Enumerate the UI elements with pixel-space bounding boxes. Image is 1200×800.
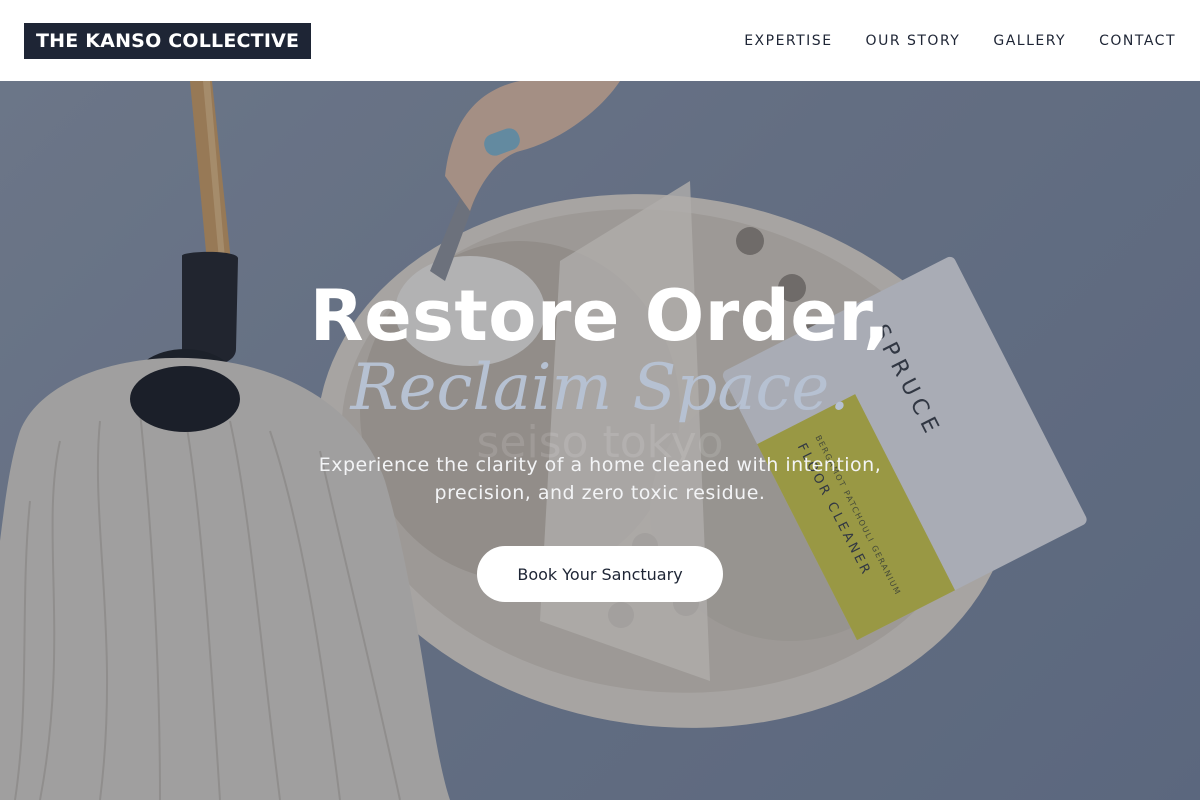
nav-link-contact[interactable]: CONTACT	[1099, 33, 1176, 49]
nav-link-gallery[interactable]: GALLERY	[993, 33, 1066, 49]
brand-logo[interactable]: THE KANSO COLLECTIVE	[24, 22, 312, 59]
nav-link-our-story[interactable]: OUR STORY	[866, 33, 961, 49]
hero-content: Restore Order, Reclaim Space. seiso toky…	[0, 81, 1200, 800]
nav-link-expertise[interactable]: EXPERTISE	[744, 33, 832, 49]
main-nav: EXPERTISE OUR STORY GALLERY CONTACT	[711, 33, 1176, 49]
hero-subheadline: Reclaim Space.	[350, 351, 850, 425]
hero-section: SPRUCE FLOOR CLEANER BERGAMOT PATCHOULI …	[0, 81, 1200, 800]
book-sanctuary-button[interactable]: Book Your Sanctuary	[477, 546, 723, 602]
hero-headline: Restore Order,	[309, 275, 891, 357]
site-header: THE KANSO COLLECTIVE EXPERTISE OUR STORY…	[0, 0, 1200, 81]
hero-lede: Experience the clarity of a home cleaned…	[318, 454, 882, 504]
